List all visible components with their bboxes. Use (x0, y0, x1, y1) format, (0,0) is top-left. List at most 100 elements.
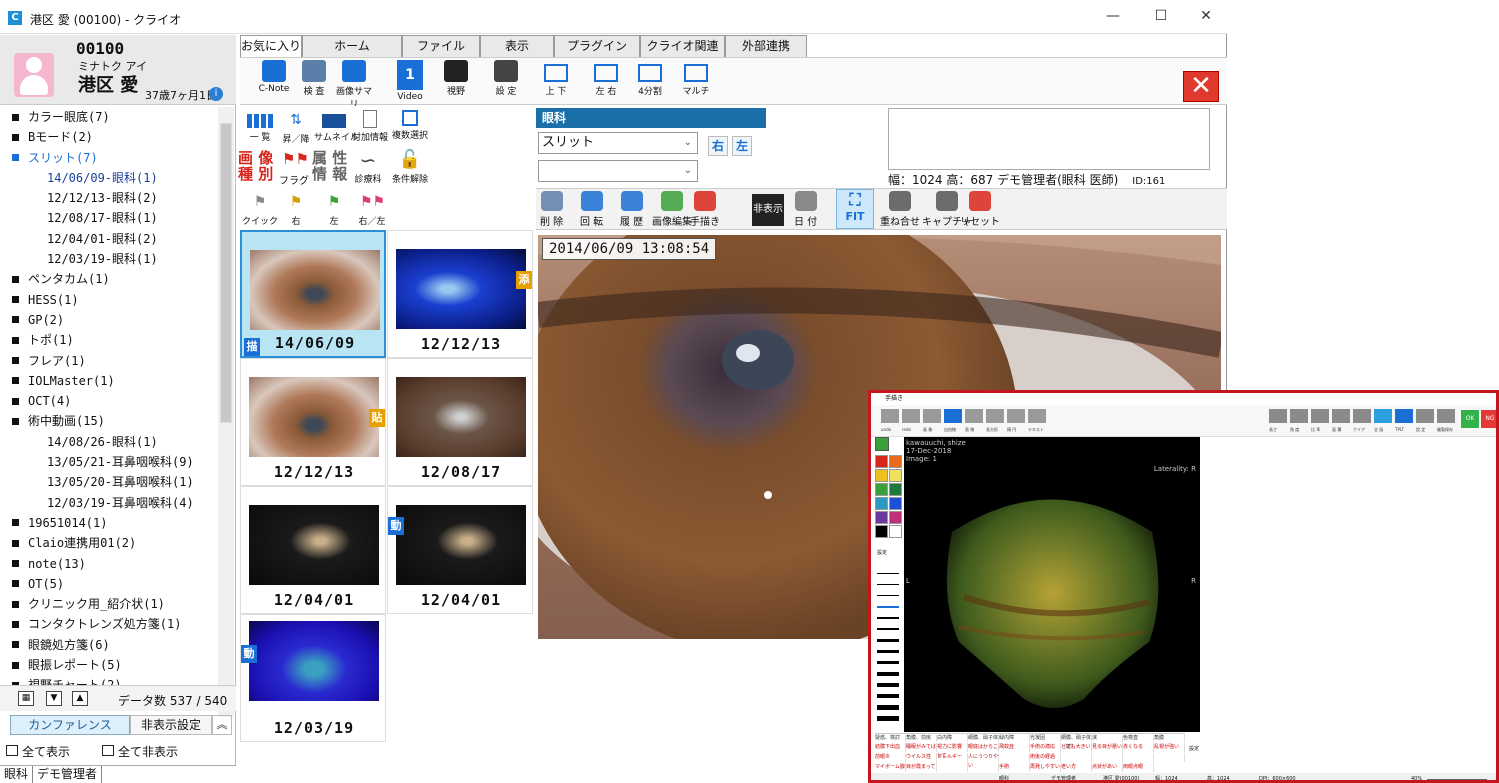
palette-swatch[interactable] (875, 483, 888, 496)
tree-subitem[interactable]: 12/03/19-眼科(1) (0, 249, 218, 269)
right-eye-button[interactable]: 右 (708, 136, 728, 156)
ok-button[interactable]: OK (1461, 410, 1479, 428)
ribbon-button-9[interactable]: マルチ (676, 60, 716, 97)
collapse-icon[interactable]: ︽ (212, 715, 232, 735)
template-chip[interactable] (1154, 753, 1185, 762)
fit-button[interactable]: ⛶ FIT (836, 189, 874, 229)
tab-2[interactable]: ファイル (402, 35, 480, 57)
thumbnail-card[interactable]: 添 12/12/13 (387, 230, 533, 358)
conference-button[interactable]: カンファレンス (10, 715, 130, 735)
line-width-option[interactable] (877, 628, 899, 630)
tree-item[interactable]: note(13) (0, 554, 218, 574)
viewer-tool-2[interactable]: 履 歴 (620, 191, 643, 228)
ribbon-button-2[interactable]: 画像サマリ (334, 60, 374, 110)
viewer-tool-0[interactable]: 削 除 (540, 191, 563, 228)
image-type-button[interactable]: 画 像種 別 (238, 150, 273, 182)
draw-right-tool-icon[interactable] (1416, 409, 1434, 423)
template-chip[interactable]: 睡眠がみてば (906, 743, 937, 752)
template-chip[interactable]: 手術の適応 (1030, 743, 1061, 752)
list-button[interactable]: 一 覧 (240, 110, 280, 143)
viewer-tool-1[interactable]: 回 転 (580, 191, 603, 228)
line-width-option[interactable] (877, 650, 899, 653)
ribbon-button-7[interactable]: 左 右 (586, 60, 626, 97)
palette-swatch[interactable] (889, 469, 902, 482)
line-width-option[interactable] (877, 716, 899, 721)
tree-item[interactable]: GP(2) (0, 310, 218, 330)
tree-item[interactable]: コンタクトレンズ処方箋(1) (0, 614, 218, 634)
template-chip[interactable]: 点状があい (1092, 763, 1123, 772)
template-chip[interactable]: 術後の経過 (1030, 753, 1061, 762)
tree-item[interactable]: 術中動画(15) (0, 411, 218, 431)
tree-subitem[interactable]: 12/08/17-眼科(1) (0, 208, 218, 228)
thumbnail-card[interactable]: 描 14/06/09 (240, 230, 386, 358)
tree-item[interactable]: ペンタカム(1) (0, 269, 218, 289)
ribbon-button-4[interactable]: 視野 (436, 60, 476, 97)
draw-right-tool-icon[interactable] (1290, 409, 1308, 423)
clear-conditions-button[interactable]: 🔓 条件解除 (390, 150, 430, 186)
template-chip[interactable] (1061, 753, 1092, 762)
template-chip[interactable]: 乱視が強い (1154, 743, 1185, 752)
close-window-button[interactable]: ✕ (1191, 8, 1221, 28)
draw-tool-icon[interactable] (1007, 409, 1025, 423)
line-width-option[interactable] (877, 694, 899, 698)
template-chip[interactable] (1123, 753, 1154, 762)
template-tab[interactable]: 涙 (1092, 733, 1123, 742)
line-width-option[interactable] (877, 617, 899, 619)
thumbnail-button[interactable]: サムネイル (314, 110, 359, 143)
ribbon-button-0[interactable]: C-Note (254, 60, 294, 94)
template-chip[interactable]: 見る目が悪い (1092, 743, 1123, 752)
hide-overlay-button[interactable]: 非表示 (752, 194, 784, 226)
template-chip[interactable]: 飛蚊症 (999, 743, 1030, 752)
template-tab[interactable]: 網膜、硝子体 (968, 733, 999, 742)
tree-item[interactable]: OT(5) (0, 574, 218, 594)
maximize-button[interactable]: ☐ (1146, 8, 1176, 28)
tree-item[interactable]: Bモード(2) (0, 127, 218, 147)
template-chip[interactable]: 視力に影響して (937, 743, 968, 759)
zoom-slider[interactable] (1427, 779, 1487, 780)
template-chip[interactable] (937, 763, 968, 772)
template-chip[interactable]: 目が霞まって (906, 763, 937, 772)
palette-swatch[interactable] (875, 525, 888, 538)
minimize-button[interactable]: — (1098, 8, 1128, 28)
line-width-list[interactable] (875, 565, 903, 725)
draw-right-tool-icon[interactable] (1353, 409, 1371, 423)
tab-0[interactable]: お気に入り (240, 35, 302, 57)
line-width-option[interactable] (877, 606, 899, 608)
viewer-tool-4[interactable]: 手描き (690, 191, 720, 228)
tree-item[interactable]: 眼振レポート(5) (0, 655, 218, 675)
draw-tool-icon[interactable] (986, 409, 1004, 423)
tree-item[interactable]: OCT(4) (0, 391, 218, 411)
template-chip[interactable]: 前眼炎 (875, 753, 906, 762)
sort-button[interactable]: ⇅ 昇／降 (276, 110, 316, 145)
viewer-tool-3[interactable]: 画像編集 (652, 191, 692, 228)
template-tab[interactable]: 白内障 (937, 733, 968, 742)
palette-swatch[interactable] (875, 469, 888, 482)
template-chip[interactable]: アレルギー (937, 753, 968, 762)
ribbon-button-6[interactable]: 上 下 (536, 60, 576, 97)
template-chip[interactable] (1092, 753, 1123, 762)
right-filter-button[interactable]: ⚑ 右 (276, 192, 316, 227)
memo-textarea[interactable] (888, 108, 1210, 170)
ribbon-button-1[interactable]: 検 査 (294, 60, 334, 97)
thumbnail-card[interactable]: 貼 12/12/13 (240, 358, 386, 486)
line-width-option[interactable] (877, 584, 899, 585)
tab-5[interactable]: クライオ関連 (640, 35, 725, 57)
draw-tool-icon[interactable] (902, 409, 920, 423)
palette-swatch[interactable] (889, 511, 902, 524)
both-filter-button[interactable]: ⚑⚑ 右／左 (352, 192, 392, 227)
palette-swatch[interactable] (889, 525, 902, 538)
quick-button[interactable]: ⚑ クイック (240, 192, 280, 227)
template-chip[interactable]: とても大きい (1061, 743, 1092, 752)
ng-button[interactable]: NG (1481, 410, 1496, 428)
draw-tool-icon[interactable] (881, 409, 899, 423)
tab-1[interactable]: ホーム (302, 35, 402, 57)
tree-item[interactable]: IOLMaster(1) (0, 371, 218, 391)
tree-scrollbar[interactable] (218, 107, 234, 717)
palette-swatch[interactable] (889, 483, 902, 496)
template-tab[interactable]: 光凝固 (1030, 733, 1061, 742)
template-tab[interactable]: 疑惑、検討 (875, 733, 906, 742)
show-all-button[interactable]: 全て表示 (22, 743, 70, 760)
tree-subitem[interactable]: 13/05/21-耳鼻咽喉科(9) (0, 452, 218, 472)
hide-settings-button[interactable]: 非表示設定 (130, 715, 212, 735)
template-tab[interactable]: 色検査 (1123, 733, 1154, 742)
